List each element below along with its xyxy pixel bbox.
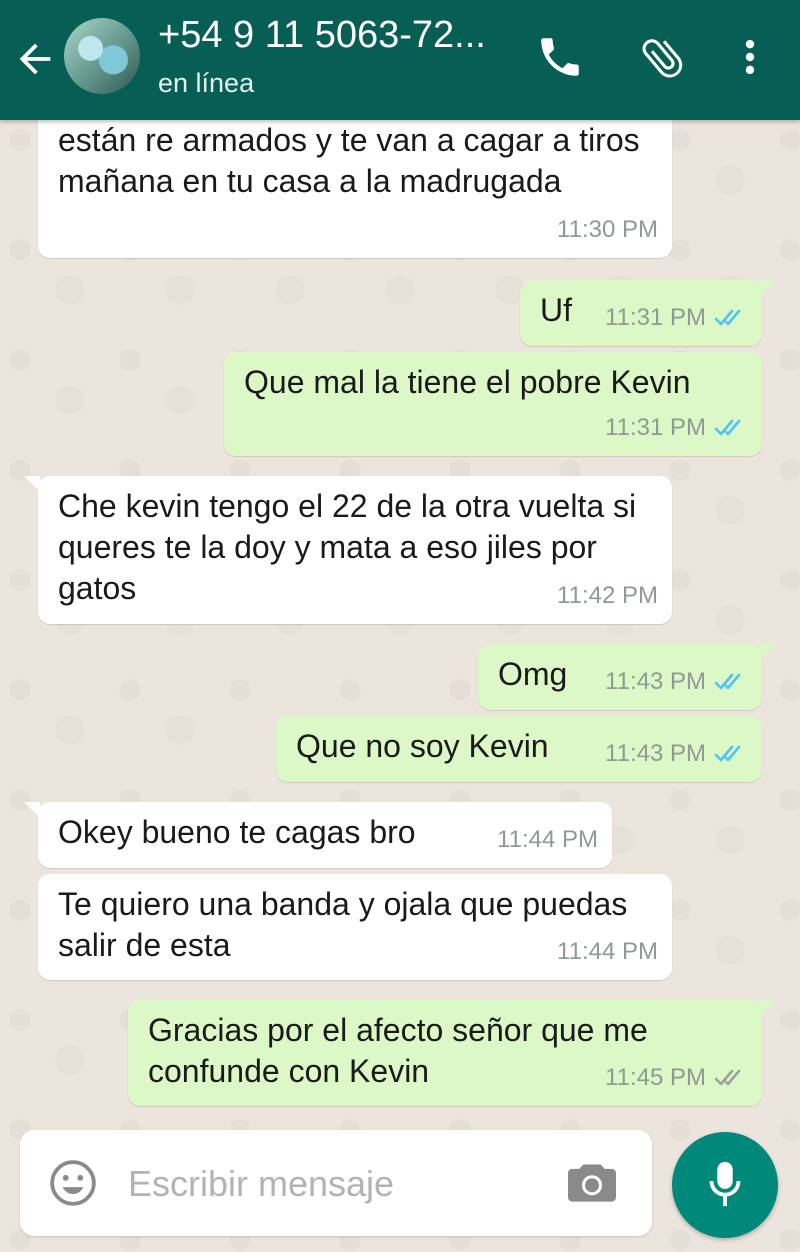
message-outgoing[interactable]: Que mal la tiene el pobre Kevin 11:31 PM (224, 352, 762, 456)
more-vert-icon (745, 39, 755, 75)
message-outgoing[interactable]: Gracias por el afecto señor que me confu… (128, 1000, 776, 1106)
contact-name[interactable]: +54 9 11 5063-72... (158, 14, 498, 57)
chat-area[interactable]: están re armados y te van a cagar a tiro… (0, 100, 800, 1252)
menu-button[interactable] (728, 32, 772, 82)
message-incoming[interactable]: Te quiero una banda y ojala que puedas s… (38, 874, 672, 980)
message-text: Que mal la tiene el pobre Kevin (244, 364, 691, 400)
message-text: Uf (540, 292, 572, 328)
double-check-blue-icon (714, 419, 741, 435)
phone-icon (541, 38, 579, 76)
contact-status: en línea (158, 68, 255, 98)
emoji-icon (50, 1160, 96, 1206)
emoji-button[interactable] (48, 1158, 98, 1208)
double-check-blue-icon (714, 673, 741, 689)
message-outgoing[interactable]: Omg 11:43 PM (478, 644, 776, 710)
message-time: 11:43 PM (605, 740, 706, 767)
message-text: Okey bueno te cagas bro (58, 814, 416, 850)
camera-button[interactable] (565, 1158, 619, 1206)
message-incoming[interactable]: Okey bueno te cagas bro 11:44 PM (24, 802, 612, 868)
message-time: 11:44 PM (497, 826, 598, 853)
double-check-blue-icon (714, 745, 741, 761)
message-time: 11:44 PM (557, 938, 658, 965)
message-time: 11:45 PM (605, 1064, 706, 1091)
double-check-blue-icon (714, 309, 741, 325)
message-time: 11:31 PM (605, 304, 706, 331)
double-check-gray-icon (714, 1069, 741, 1085)
message-composer (20, 1130, 652, 1236)
message-input[interactable] (128, 1160, 548, 1208)
message-text: Che kevin tengo el 22 de la otra vuelta … (58, 488, 637, 606)
message-text: Omg (498, 656, 568, 692)
message-time: 11:31 PM (605, 414, 706, 441)
back-button[interactable] (12, 36, 58, 82)
call-button[interactable] (535, 32, 585, 82)
message-text: Que no soy Kevin (296, 728, 549, 764)
mic-icon (709, 1161, 741, 1207)
message-outgoing[interactable]: Uf 11:31 PM (520, 280, 776, 346)
message-time: 11:30 PM (557, 216, 658, 243)
message-incoming[interactable]: están re armados y te van a cagar a tiro… (38, 100, 672, 258)
chat-header: +54 9 11 5063-72... en línea (0, 0, 800, 120)
message-text: Gracias por el afecto señor que me confu… (148, 1012, 648, 1089)
message-text: Te quiero una banda y ojala que puedas s… (58, 886, 628, 963)
message-outgoing[interactable]: Que no soy Kevin 11:43 PM (276, 716, 762, 782)
mic-button[interactable] (672, 1132, 778, 1238)
arrow-left-icon (19, 43, 51, 75)
message-text: están re armados y te van a cagar a tiro… (58, 122, 640, 199)
attach-button[interactable] (638, 32, 688, 82)
camera-icon (568, 1164, 616, 1202)
paperclip-icon (642, 39, 683, 78)
message-time: 11:43 PM (605, 668, 706, 695)
message-time: 11:42 PM (557, 582, 658, 609)
contact-avatar[interactable] (64, 18, 140, 94)
message-incoming[interactable]: Che kevin tengo el 22 de la otra vuelta … (24, 476, 672, 624)
